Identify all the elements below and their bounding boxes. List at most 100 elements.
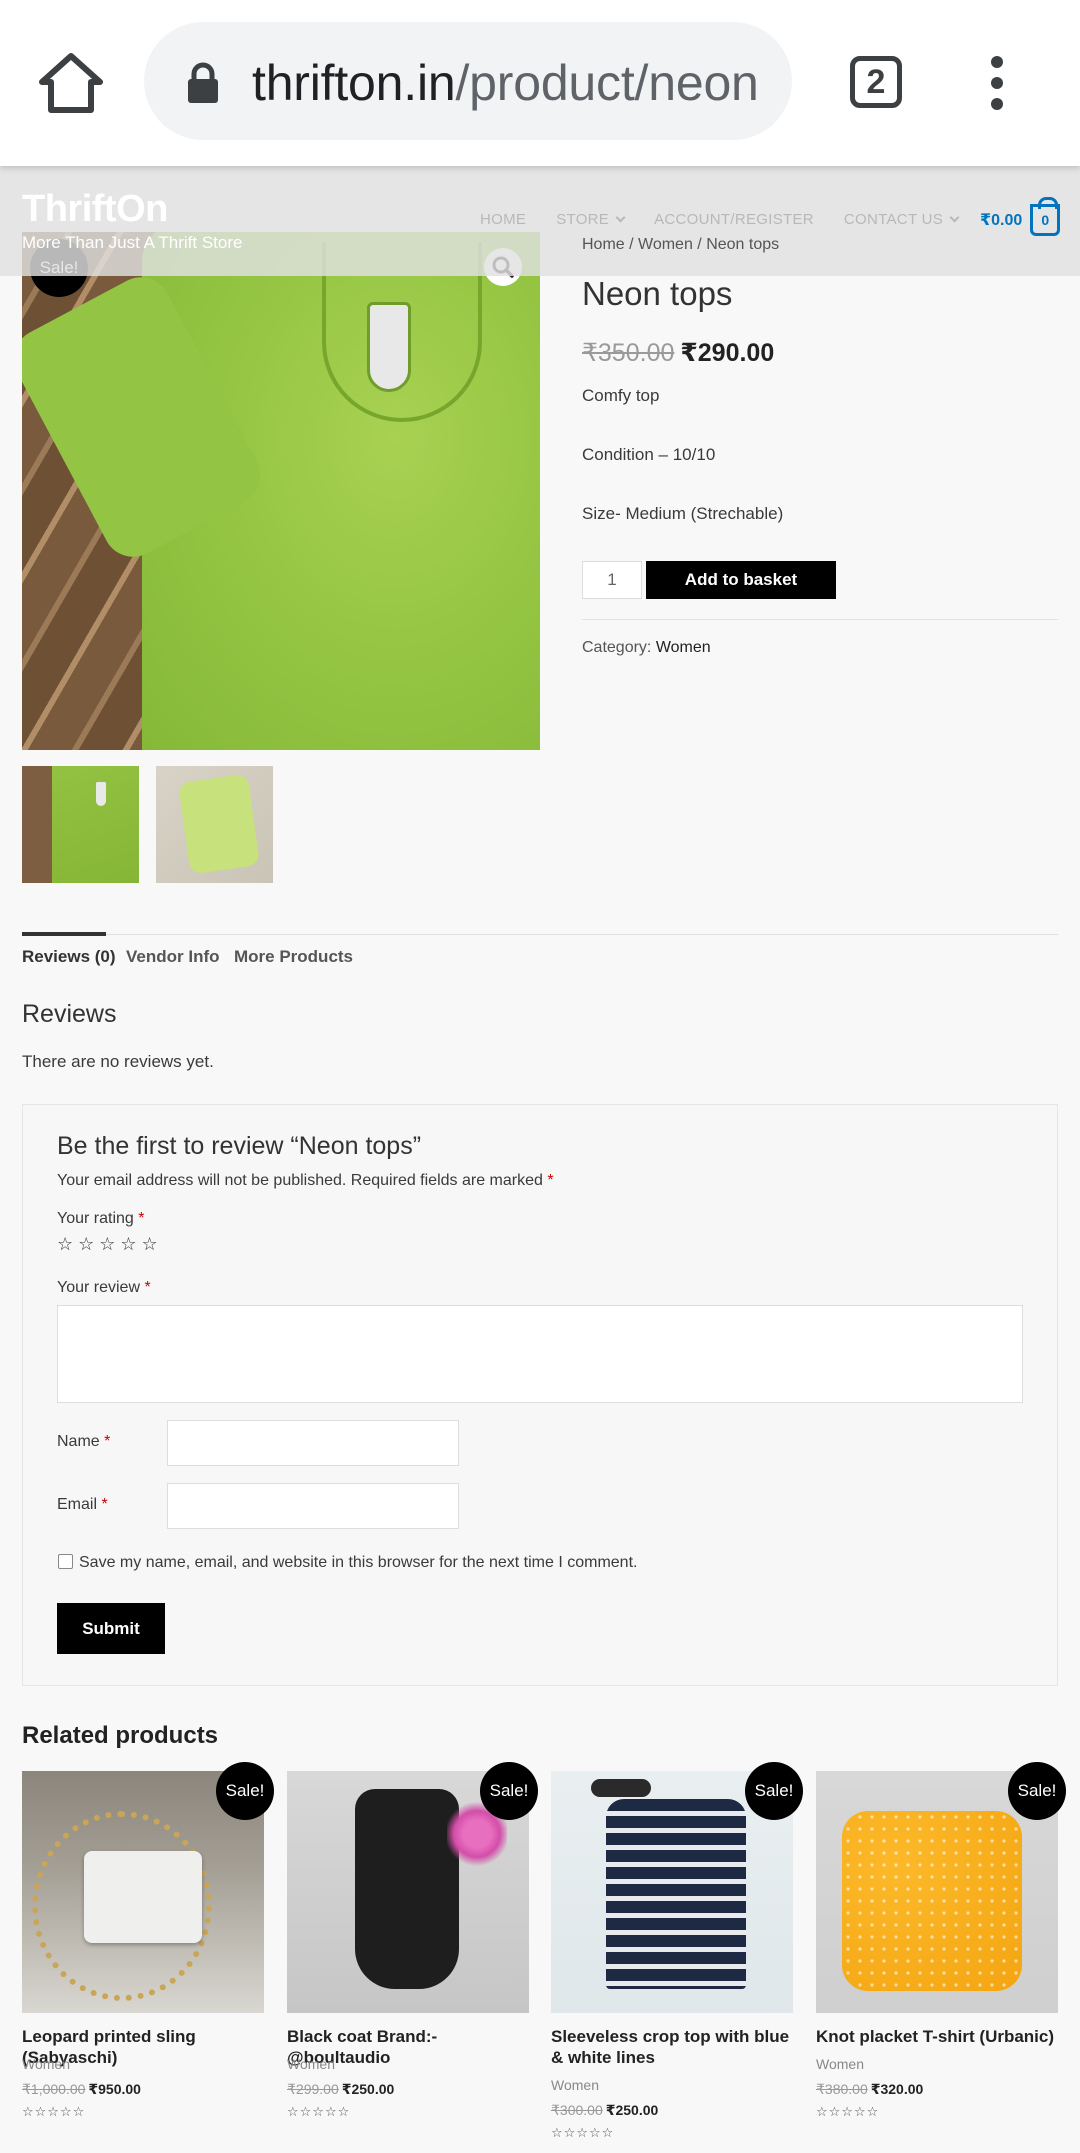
- address-bar[interactable]: thrifton.in/product/neon: [144, 22, 792, 140]
- name-label: Name *: [57, 1433, 110, 1451]
- tabs-divider: [22, 934, 1058, 935]
- sling-bag: [84, 1851, 202, 1943]
- save-info-label: Save my name, email, and website in this…: [79, 1554, 638, 1571]
- old-price: ₹300.00: [551, 2102, 603, 2118]
- star-rating: ☆☆☆☆☆: [816, 2104, 880, 2119]
- reviews-heading: Reviews: [22, 1000, 117, 1028]
- star-rating-input[interactable]: ☆ ☆ ☆ ☆ ☆: [57, 1234, 158, 1255]
- active-tab-indicator: [22, 932, 106, 936]
- dot-print: [842, 1811, 1022, 1991]
- quantity-input[interactable]: 1: [582, 561, 642, 599]
- sale-badge: Sale!: [480, 1762, 538, 1820]
- related-product-price: ₹300.00 ₹250.00: [551, 2102, 658, 2119]
- sale-price: ₹290.00: [680, 339, 775, 367]
- required-mark: *: [104, 1433, 111, 1450]
- star-rating: ☆☆☆☆☆: [551, 2125, 615, 2140]
- site-tagline: More Than Just A Thrift Store: [22, 233, 243, 252]
- no-reviews-text: There are no reviews yet.: [22, 1052, 214, 1071]
- related-product-category: Women: [816, 2056, 864, 2072]
- product-thumbnail-2[interactable]: [156, 766, 273, 883]
- product-title: Neon tops: [582, 275, 733, 312]
- add-to-basket-button[interactable]: Add to basket: [646, 561, 836, 599]
- email-label-text: Email: [57, 1496, 98, 1513]
- category-link[interactable]: Women: [656, 639, 711, 656]
- review-textarea[interactable]: [57, 1305, 1023, 1403]
- old-price: ₹1,000.00: [22, 2081, 86, 2097]
- old-price: ₹380.00: [816, 2081, 868, 2097]
- product-main-image[interactable]: [22, 232, 540, 750]
- product-category: Category: Women: [582, 639, 711, 657]
- category-label: Category:: [582, 639, 652, 656]
- product-description-line: Size- Medium (Strechable): [582, 504, 784, 523]
- related-product-category: Women: [287, 2056, 335, 2072]
- nav-store[interactable]: STORE: [556, 211, 626, 228]
- save-info-checkbox[interactable]: [58, 1554, 73, 1569]
- sale-badge: Sale!: [216, 1762, 274, 1820]
- email-label: Email *: [57, 1496, 108, 1514]
- related-products-heading: Related products: [22, 1722, 219, 1749]
- sale-price: ₹250.00: [605, 2102, 659, 2118]
- required-mark: *: [138, 1210, 145, 1227]
- nav-store-label: STORE: [556, 211, 610, 228]
- old-price: ₹350.00: [582, 339, 675, 367]
- tab-switcher-button[interactable]: 2: [850, 56, 902, 108]
- tab-vendor-info[interactable]: Vendor Info: [126, 947, 220, 967]
- lock-icon: [188, 62, 218, 103]
- cart-widget[interactable]: ₹0.00 0: [980, 197, 1061, 236]
- sale-price: ₹250.00: [341, 2081, 395, 2097]
- sale-badge: Sale!: [745, 1762, 803, 1820]
- review-form-title: Be the first to review “Neon tops”: [57, 1132, 422, 1160]
- cart-total: ₹0.00: [980, 212, 1023, 229]
- tab-more-products[interactable]: More Products: [234, 947, 353, 967]
- related-product-price: ₹1,000.00 ₹950.00: [22, 2081, 141, 2098]
- striped-top: [606, 1799, 746, 1989]
- home-icon[interactable]: [38, 52, 104, 114]
- url-host: thrifton.in: [252, 55, 456, 111]
- rating-label-text: Your rating: [57, 1210, 134, 1227]
- browser-toolbar: thrifton.in/product/neon 2: [0, 0, 1080, 166]
- review-label-text: Your review: [57, 1279, 141, 1296]
- divider: [582, 619, 1058, 620]
- black-coat: [355, 1789, 459, 1989]
- tab-reviews[interactable]: Reviews (0): [22, 947, 116, 967]
- related-product-price: ₹299.00 ₹250.00: [287, 2081, 394, 2098]
- name-label-text: Name: [57, 1433, 100, 1450]
- required-mark: *: [101, 1496, 108, 1513]
- site-header: ThriftOn More Than Just A Thrift Store H…: [0, 166, 1080, 276]
- name-field[interactable]: [167, 1420, 459, 1466]
- related-product-price: ₹380.00 ₹320.00: [816, 2081, 923, 2098]
- star-rating: ☆☆☆☆☆: [22, 2104, 86, 2119]
- email-field[interactable]: [167, 1483, 459, 1529]
- nav-contact[interactable]: CONTACT US: [843, 211, 960, 228]
- sale-price: ₹320.00: [870, 2081, 924, 2097]
- related-product-category: Women: [551, 2077, 599, 2093]
- review-label: Your review *: [57, 1279, 151, 1297]
- product-description-line: Comfy top: [582, 386, 660, 405]
- nav-home[interactable]: HOME: [480, 211, 526, 228]
- nav-account[interactable]: ACCOUNT/REGISTER: [654, 211, 814, 228]
- related-product-category: Women: [22, 2056, 70, 2072]
- chevron-down-icon: [949, 212, 960, 223]
- star-rating: ☆☆☆☆☆: [287, 2104, 351, 2119]
- submit-review-button[interactable]: Submit: [57, 1603, 165, 1654]
- review-form-note: Your email address will not be published…: [57, 1172, 554, 1190]
- breadcrumb[interactable]: Home / Women / Neon tops: [582, 236, 779, 254]
- main-nav: HOME STORE ACCOUNT/REGISTER CONTACT US: [480, 211, 960, 228]
- shirt-placket: [367, 302, 411, 392]
- sale-badge: Sale!: [1008, 1762, 1066, 1820]
- related-product-name[interactable]: Sleeveless crop top with blue & white li…: [551, 2026, 791, 2068]
- required-mark: *: [547, 1172, 554, 1189]
- product-price: ₹350.00 ₹290.00: [582, 338, 774, 368]
- required-mark: *: [144, 1279, 151, 1296]
- sunglasses: [591, 1779, 651, 1797]
- product-description-line: Condition – 10/10: [582, 445, 716, 464]
- url-path: /product/neon: [455, 55, 759, 111]
- product-thumbnail-1[interactable]: [22, 766, 139, 883]
- overflow-menu-icon[interactable]: [986, 56, 1008, 110]
- site-logo[interactable]: ThriftOn: [22, 188, 168, 231]
- rating-label: Your rating *: [57, 1210, 144, 1228]
- related-product-name[interactable]: Knot placket T-shirt (Urbanic): [816, 2026, 1066, 2047]
- nav-contact-label: CONTACT US: [843, 211, 944, 228]
- sale-price: ₹950.00: [88, 2081, 141, 2097]
- cart-bag-icon: 0: [1030, 197, 1061, 236]
